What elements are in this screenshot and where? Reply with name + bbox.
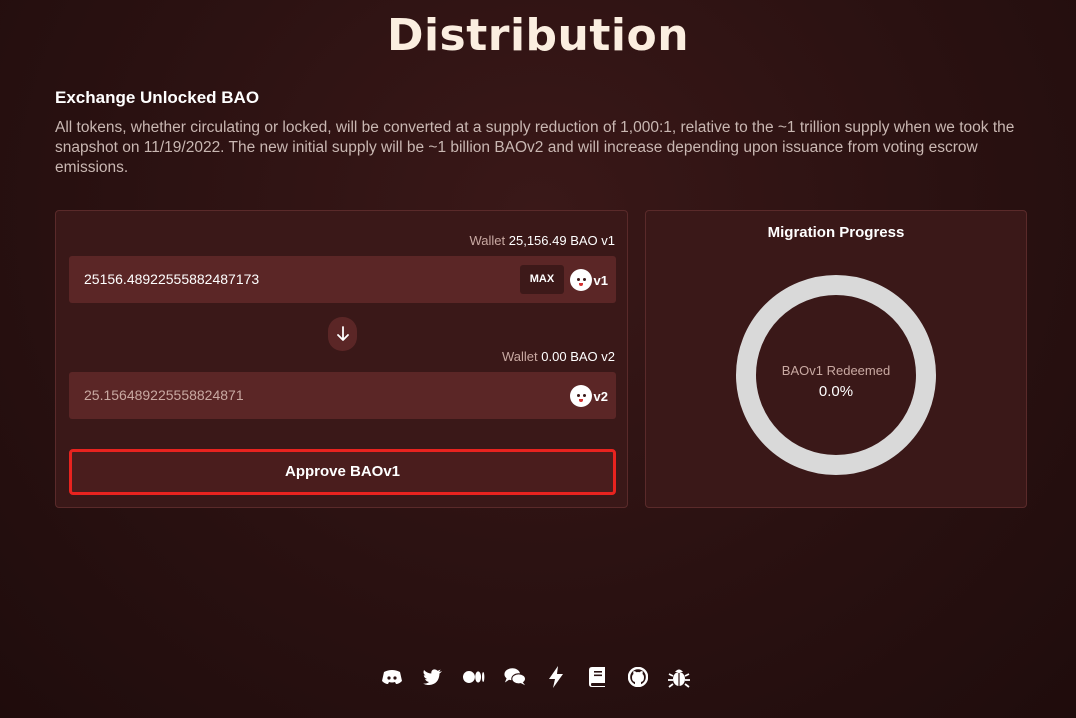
page-title: Distribution	[386, 10, 690, 61]
token-label-v2: v2	[593, 388, 608, 404]
discord-icon[interactable]	[381, 666, 403, 688]
docs-icon[interactable]	[586, 666, 608, 688]
arrow-down-icon[interactable]	[328, 317, 357, 351]
wallet-label: Wallet	[502, 349, 538, 364]
section-description: All tokens, whether circulating or locke…	[55, 119, 1015, 176]
amount-input-v1[interactable]: 25156.48922555882487173	[84, 256, 259, 303]
token-label-v1: v1	[593, 272, 608, 288]
max-button[interactable]: MAX	[520, 265, 564, 294]
wallet-label: Wallet	[469, 233, 506, 248]
approve-button[interactable]: Approve BAOv1	[69, 449, 616, 495]
progress-label: BAOv1 Redeemed	[781, 363, 891, 378]
medium-icon[interactable]	[463, 666, 485, 688]
wallet-balance-v2: Wallet 0.00 BAO v2	[502, 349, 615, 364]
social-links	[381, 666, 690, 688]
wallet-balance-v1: Wallet 25,156.49 BAO v1	[469, 233, 615, 248]
wallet-value: 0.00 BAO v2	[541, 349, 615, 364]
section-heading: Exchange Unlocked BAO	[55, 88, 260, 107]
swap-panel: Wallet 25,156.49 BAO v1 25156.4892255588…	[55, 210, 628, 508]
progress-title: Migration Progress	[767, 224, 905, 241]
bug-icon[interactable]	[668, 666, 690, 688]
wallet-value: 25,156.49 BAO v1	[508, 233, 615, 248]
token-display-v2: v2	[569, 384, 608, 408]
amount-output-v2: 25.156489225558824871	[84, 387, 244, 403]
snapshot-icon[interactable]	[545, 666, 567, 688]
progress-value: 0.0%	[818, 383, 854, 400]
migration-progress-panel: Migration Progress BAOv1 Redeemed 0.0%	[645, 210, 1027, 508]
bao-chef-icon	[569, 269, 592, 291]
twitter-icon[interactable]	[422, 666, 444, 688]
output-field-v2: 25.156489225558824871 v2	[69, 372, 616, 419]
forum-icon[interactable]	[504, 666, 526, 688]
input-field-v1[interactable]: 25156.48922555882487173 MAX v1	[69, 256, 616, 303]
token-selector-v1: v1	[569, 268, 608, 292]
github-icon[interactable]	[627, 666, 649, 688]
bao-chef-icon	[569, 385, 592, 407]
